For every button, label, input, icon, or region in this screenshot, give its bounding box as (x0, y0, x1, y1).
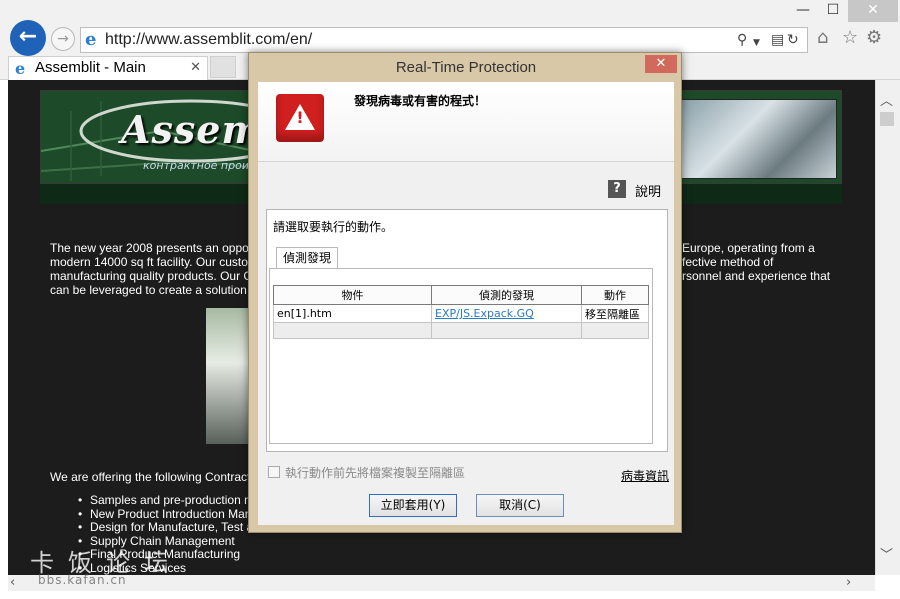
browser-tab[interactable]: e Assemblit - Main ✕ (8, 56, 208, 80)
realtime-protection-dialog: Real-Time Protection ✕ ! 發現病毒或有害的程式！ ? 說… (248, 52, 682, 533)
maximize-button[interactable]: ☐ (818, 0, 848, 22)
watermark-url: bbs.kafan.cn (38, 573, 127, 587)
refresh-icon[interactable]: ↻ (787, 32, 799, 48)
search-dropdown-icon[interactable]: ▼ (753, 35, 760, 51)
back-arrow-icon: ← (18, 24, 38, 49)
scroll-thumb[interactable] (880, 112, 894, 126)
dialog-close-button[interactable]: ✕ (645, 55, 677, 73)
copy-to-quarantine-checkbox[interactable] (268, 466, 280, 478)
intro-line-right: Europe, operating from a (682, 241, 815, 255)
table-row[interactable]: en[1].htm EXP/JS.Expack.GQ 移至隔離區 (273, 304, 649, 323)
search-icon[interactable]: ⚲ (737, 32, 747, 48)
cancel-button[interactable]: 取消(C) (476, 494, 564, 517)
ie-tab-icon: e (15, 59, 26, 78)
detections-table: 物件 偵測的發現 動作 en[1].htm EXP/JS.Expack.GQ 移… (273, 285, 649, 339)
chevron-left-icon[interactable]: ‹ (10, 575, 15, 590)
alert-header: ! 發現病毒或有害的程式！ (258, 82, 674, 162)
forward-button[interactable]: → (51, 27, 75, 51)
new-tab-button[interactable] (210, 56, 236, 78)
column-header-finding[interactable]: 偵測的發現 (431, 285, 582, 305)
intro-line: can be leveraged to create a solution (50, 283, 247, 297)
column-header-object[interactable]: 物件 (273, 285, 432, 305)
logo-tagline: контрактное прои (143, 159, 249, 172)
url-text[interactable]: http://www.assemblit.com/en/ (105, 31, 312, 49)
action-cell[interactable]: 移至隔離區 (581, 304, 649, 323)
vertical-scrollbar[interactable]: ︿ ﹀ (875, 80, 900, 575)
chevron-right-icon[interactable]: › (846, 575, 851, 590)
detection-panel: 請選取要執行的動作。 偵測發現 物件 偵測的發現 動作 en[1].htm EX… (266, 209, 668, 452)
intro-line-right: rsonnel and experience that (682, 269, 831, 283)
factory-photo (681, 99, 837, 179)
tab-panel: 物件 偵測的發現 動作 en[1].htm EXP/JS.Expack.GQ 移… (269, 268, 653, 444)
copy-to-quarantine-label: 執行動作前先將檔案複製至隔離區 (285, 466, 466, 480)
home-icon[interactable]: ⌂ (817, 28, 828, 48)
tab-title: Assemblit - Main (35, 59, 146, 76)
object-cell: en[1].htm (273, 304, 432, 323)
intro-line: modern 14000 sq ft facility. Our custo (50, 255, 248, 269)
instruction-text: 請選取要執行的動作。 (273, 220, 394, 234)
intro-line-right: fective method of (682, 255, 774, 269)
chevron-up-icon[interactable]: ︿ (880, 90, 893, 109)
virus-info-link[interactable]: 病毒資訊 (621, 467, 669, 484)
close-window-button[interactable]: ✕ (848, 0, 898, 22)
list-item: Samples and pre-production n (78, 493, 253, 508)
tab-detections[interactable]: 偵測發現 (276, 247, 339, 269)
table-row-empty (273, 322, 649, 339)
list-item: New Product Introduction Man (78, 507, 253, 522)
gear-icon[interactable]: ⚙ (866, 28, 882, 48)
chevron-down-icon[interactable]: ﹀ (880, 544, 893, 563)
minimize-button[interactable]: — (788, 0, 818, 22)
ie-logo-icon: e (85, 29, 97, 50)
alert-title: 發現病毒或有害的程式！ (354, 94, 487, 108)
column-header-action[interactable]: 動作 (581, 285, 649, 305)
finding-link[interactable]: EXP/JS.Expack.GQ (431, 304, 582, 323)
list-item: Design for Manufacture, Test a (78, 520, 253, 535)
forward-arrow-icon: → (57, 31, 69, 47)
back-button[interactable]: ← (10, 20, 46, 56)
apply-now-button[interactable]: 立即套用(Y) (369, 494, 457, 517)
close-tab-icon[interactable]: ✕ (190, 60, 201, 75)
table-header-row: 物件 偵測的發現 動作 (273, 285, 649, 305)
compatibility-view-icon[interactable]: ▤ (771, 32, 784, 48)
help-link[interactable]: 說明 (635, 181, 661, 200)
finding-link-text[interactable]: EXP/JS.Expack.GQ (435, 307, 534, 320)
warning-icon: ! (276, 94, 324, 142)
address-bar[interactable]: e http://www.assemblit.com/en/ ⚲ ▼ ▤ ↻ (80, 27, 808, 53)
help-icon[interactable]: ? (608, 180, 626, 198)
offer-text: We are offering the following Contract (50, 470, 251, 484)
dialog-title: Real-Time Protection (395, 59, 537, 76)
dialog-body: ! 發現病毒或有害的程式！ ? 說明 請選取要執行的動作。 偵測發現 物件 偵測… (258, 82, 674, 525)
star-icon[interactable]: ☆ (842, 28, 858, 48)
intro-line: The new year 2008 presents an oppo (50, 241, 249, 255)
intro-line: manufacturing quality products. Our C (50, 269, 253, 283)
